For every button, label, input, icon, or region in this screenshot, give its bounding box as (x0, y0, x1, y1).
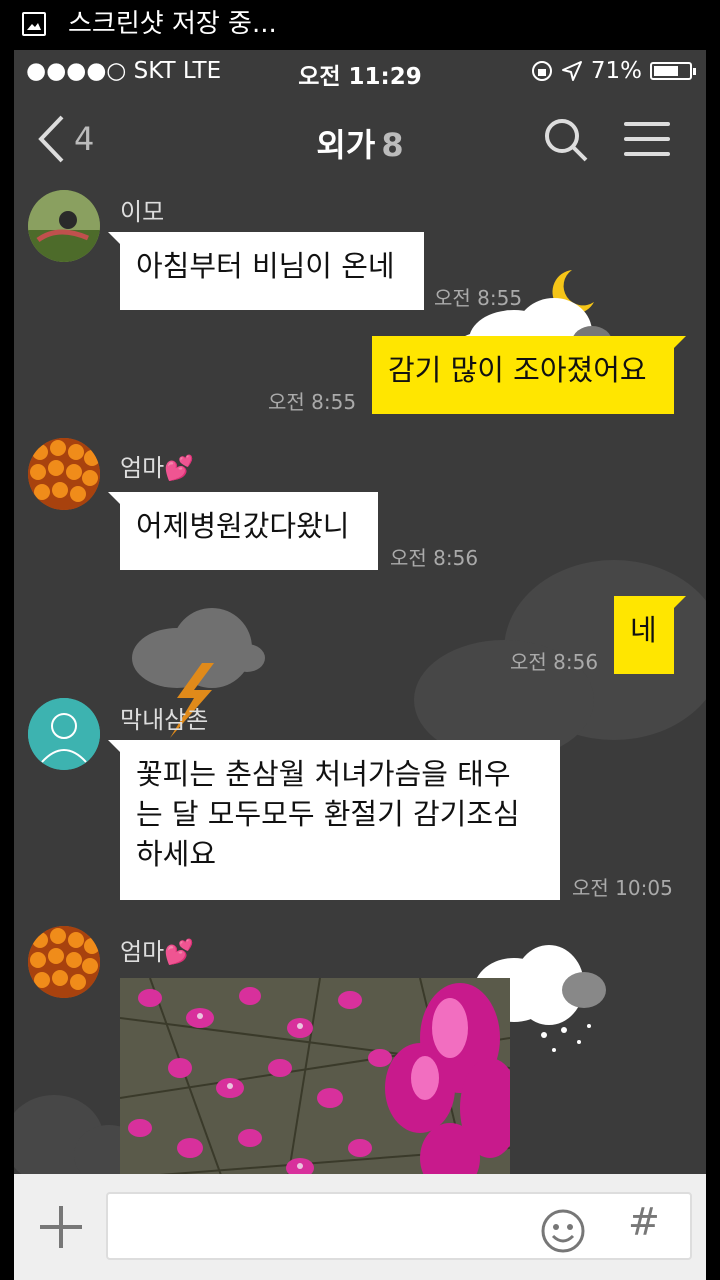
avatar[interactable] (28, 698, 100, 770)
message-time: 오전 8:56 (510, 650, 599, 674)
status-icons: 71% (531, 58, 696, 84)
sender-name: 엄마💕 (120, 454, 195, 482)
message-time: 오전 8:55 (434, 286, 523, 310)
sender-name: 엄마💕 (120, 938, 195, 966)
avatar[interactable] (28, 926, 100, 998)
room-name: 외가 (316, 126, 376, 164)
search-icon (545, 119, 588, 162)
message-input[interactable] (106, 1192, 692, 1260)
battery-percent: 71% (590, 58, 642, 84)
message-bubble[interactable]: 감기 많이 조아졌어요 (372, 336, 686, 414)
emoji-button[interactable] (540, 1208, 586, 1258)
chat-header: 4 외가 8 (14, 100, 706, 180)
hash-icon: # (628, 1200, 660, 1244)
location-arrow-icon (561, 61, 582, 81)
message-bubble[interactable]: 아침부터 비님이 온네 (108, 232, 424, 310)
sender-name: 이모 (120, 198, 165, 226)
hamburger-icon (624, 122, 670, 126)
sender-name: 막내삼촌 (120, 706, 209, 734)
message-time: 오전 8:55 (268, 390, 357, 414)
screenshot-icon (22, 12, 46, 36)
chat-screen: ●●●●○ SKT LTE 오전 11:29 71% 4 외가 8 이모 아침부터… (14, 50, 706, 1280)
message-bubble[interactable]: 네 (614, 596, 686, 674)
smiley-icon (541, 1209, 585, 1253)
battery-icon (650, 62, 696, 80)
hashtag-search-button[interactable]: # (628, 1200, 660, 1244)
android-status-bar: 스크린샷 저장 중... (0, 0, 720, 50)
rotation-lock-icon (531, 61, 552, 81)
attach-button[interactable] (36, 1202, 86, 1256)
avatar[interactable] (28, 438, 100, 510)
message-bubble[interactable]: 어제병원갔다왔니 (108, 492, 378, 570)
message-input-bar: # (14, 1174, 706, 1280)
message-line: 꽃피는 춘삼월 처녀가슴을 태우 (136, 757, 511, 791)
member-count: 8 (381, 126, 404, 164)
screenshot-notification-text: 스크린샷 저장 중... (68, 9, 277, 39)
message-time: 오전 8:56 (390, 546, 479, 570)
plus-icon (40, 1206, 82, 1248)
menu-button[interactable] (624, 122, 670, 167)
message-line: 하세요 (136, 837, 217, 871)
message-line: 는 달 모두모두 환절기 감기조심 (136, 797, 520, 831)
search-button[interactable] (542, 116, 592, 170)
avatar[interactable] (28, 190, 100, 262)
message-time: 오전 10:05 (572, 876, 673, 900)
ios-status-bar: ●●●●○ SKT LTE 오전 11:29 71% (14, 50, 706, 94)
chat-title: 외가 8 (14, 120, 706, 166)
message-bubble[interactable]: 꽃피는 춘삼월 처녀가슴을 태우 는 달 모두모두 환절기 감기조심 하세요 (108, 740, 560, 900)
